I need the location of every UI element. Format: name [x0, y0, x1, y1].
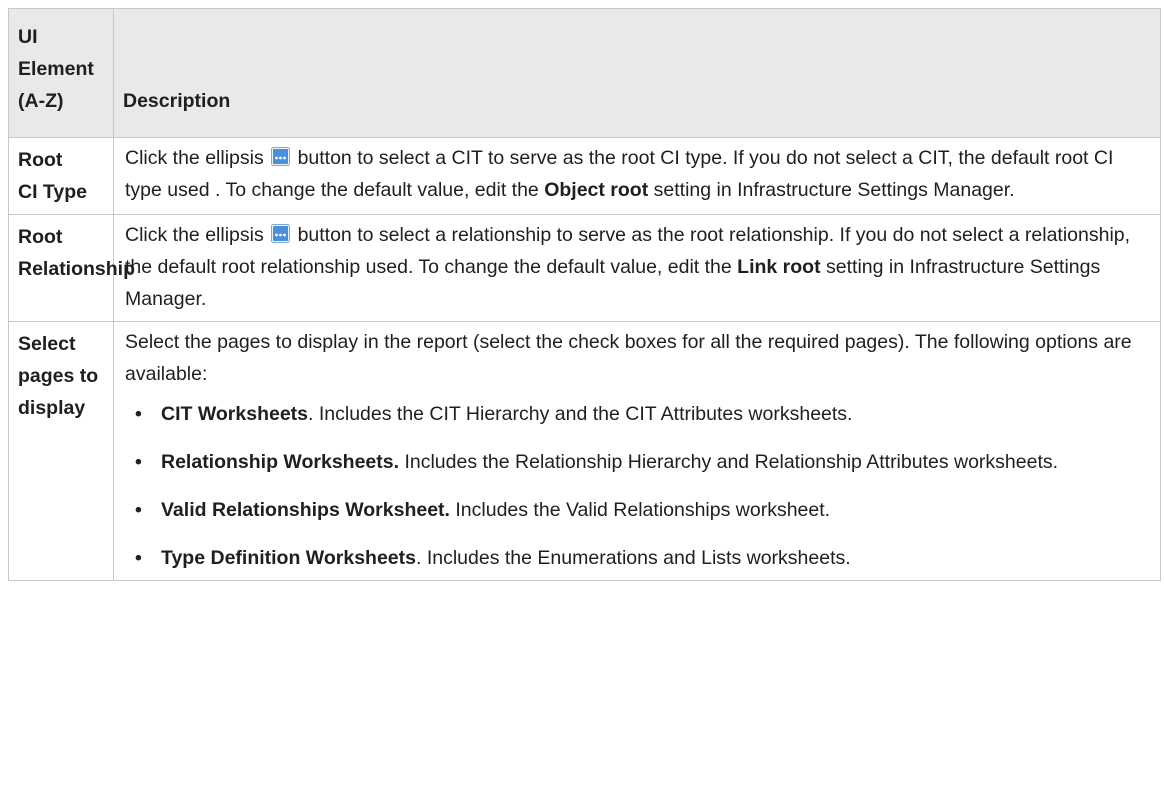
description-root-ci-type: Click the ellipsis button to select a CI… — [113, 137, 1161, 215]
list-item-type-definition-worksheets: • Type Definition Worksheets. Includes th… — [125, 542, 1150, 574]
option-text: Includes the Enumerations and Lists work… — [421, 547, 851, 569]
ellipsis-button-icon — [271, 147, 291, 166]
option-text: Includes the Valid Relationships workshe… — [449, 499, 831, 521]
element-name-line: Root — [18, 226, 63, 248]
description-text: Click the ellipsis — [125, 224, 264, 246]
option-title: Relationship Worksheets. — [161, 451, 400, 473]
setting-name-link-root: Link root — [737, 256, 821, 278]
option-title: CIT Worksheets — [161, 403, 309, 425]
element-name-line: CI Type — [18, 181, 87, 203]
element-name-line: Select — [18, 333, 76, 355]
bullet-icon: • — [135, 403, 142, 425]
bullet-icon: • — [135, 547, 142, 569]
description-root-relationship: Click the ellipsis button to select a re… — [113, 214, 1161, 322]
description-text: Select the pages to display in the repor… — [125, 331, 1132, 385]
options-list: • CIT Worksheets. Includes the CIT Hierar… — [125, 398, 1150, 574]
bullet-icon: • — [135, 451, 142, 473]
description-text: setting in Infrastructure Settings Manag… — [653, 179, 1015, 201]
bullet-icon: • — [135, 499, 142, 521]
table-row-select-pages: Select pages to display Select the pages… — [8, 321, 1161, 581]
list-item-valid-relationships-worksheet: • Valid Relationships Worksheet. Includes… — [125, 494, 1150, 526]
column-header-description: Description — [113, 8, 1161, 138]
ui-elements-table: UI Element (A-Z) Description Root CI Typ… — [8, 8, 1161, 581]
list-item-relationship-worksheets: • Relationship Worksheets. Includes the R… — [125, 446, 1150, 478]
list-item-cit-worksheets: • CIT Worksheets. Includes the CIT Hierar… — [125, 398, 1150, 430]
element-name-line: display — [18, 397, 86, 419]
ellipsis-button-icon — [271, 224, 291, 243]
option-text: Includes the Relationship Hierarchy and … — [399, 451, 1059, 473]
option-title: Type Definition Worksheets — [161, 547, 416, 569]
table-row-root-relationship: Root Relationship Click the ellipsis but… — [8, 214, 1161, 322]
element-name-line: Root — [18, 149, 63, 171]
table-header-row: UI Element (A-Z) Description — [8, 8, 1161, 138]
option-title: Valid Relationships Worksheet. — [161, 499, 450, 521]
option-text: Includes the CIT Hierarchy and the CIT A… — [313, 403, 853, 425]
description-select-pages: Select the pages to display in the repor… — [113, 321, 1161, 581]
element-name-select-pages: Select pages to display — [8, 321, 114, 581]
element-name-line: Relationship — [18, 258, 136, 280]
table-row-root-ci-type: Root CI Type Click the ellipsis button t… — [8, 137, 1161, 215]
element-name-root-relationship: Root Relationship — [8, 214, 136, 322]
column-header-ui-element: UI Element (A-Z) — [8, 8, 114, 138]
setting-name-object-root: Object root — [544, 179, 649, 201]
element-name-line: pages to — [18, 365, 99, 387]
element-name-root-ci-type: Root CI Type — [8, 137, 114, 215]
description-text: Click the ellipsis — [125, 147, 264, 169]
